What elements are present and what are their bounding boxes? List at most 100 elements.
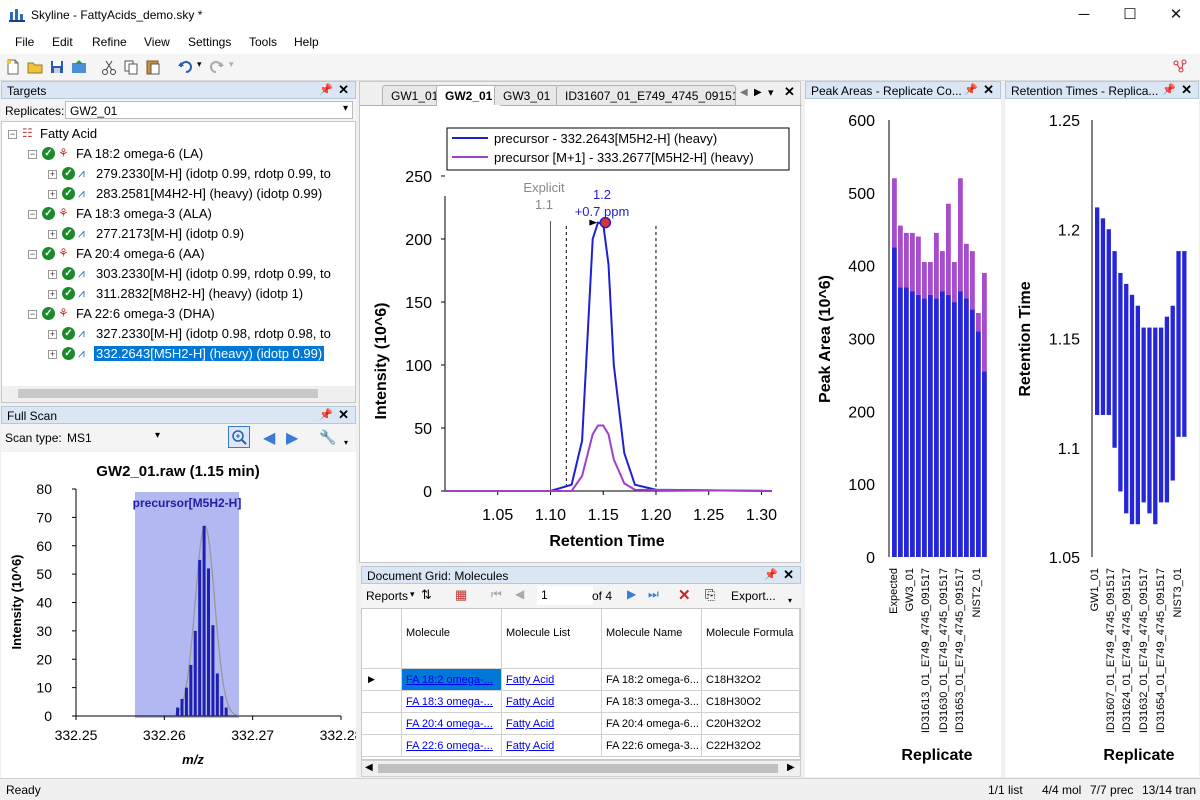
reports-button[interactable]: Reports [366,589,408,603]
tab-list-icon[interactable]: ▾ [768,86,774,99]
row-header[interactable] [362,735,402,757]
replicates-select[interactable]: GW2_01 ▾ [65,101,353,119]
undo-icon[interactable] [176,58,194,76]
copy-icon[interactable] [122,58,140,76]
publish-icon[interactable] [70,58,88,76]
scan-type-select[interactable]: MS1 ▾ [64,429,162,447]
previous-page-icon[interactable]: ◀ [515,587,524,601]
close-pane-icon[interactable]: ✕ [338,82,349,98]
close-button[interactable]: ✕ [1153,0,1199,31]
paste-icon[interactable] [144,58,162,76]
cell-link[interactable]: FA 18:3 omega-... [406,696,493,708]
column-header[interactable]: Molecule Formula [702,609,800,669]
last-page-icon[interactable]: ⏭ [648,587,659,602]
tree-row[interactable]: + ✓ ⩘ 279.2330[M-H] (idotp 0.99, rdotp 0.99… [2,164,355,184]
pin-icon[interactable]: 📌 [764,568,778,581]
table-cell[interactable]: Fatty Acid [502,669,602,691]
menu-view[interactable]: View [144,35,170,49]
docgrid-hscrollbar[interactable]: ◀ ▶ [361,760,801,777]
tree-hscrollbar[interactable] [2,386,355,402]
cut-icon[interactable] [100,58,118,76]
cell-link[interactable]: FA 18:2 omega-... [406,674,493,686]
expand-icon[interactable]: − [8,130,17,139]
table-cell[interactable]: Fatty Acid [502,691,602,713]
scroll-left-icon[interactable]: ◀ [365,762,373,773]
menu-edit[interactable]: Edit [52,35,73,49]
expand-icon[interactable]: + [48,190,57,199]
export-icon[interactable]: ⎘ [705,587,715,603]
previous-scan-icon[interactable]: ◀ [263,428,275,448]
overflow-icon[interactable]: ▾ [344,438,348,447]
cell-link[interactable]: Fatty Acid [506,696,554,708]
pin-icon[interactable]: 📌 [319,408,333,421]
tree-row[interactable]: + ✓ ⩘ 311.2832[M8H2-H] (heavy) (idotp 1) [2,284,355,304]
expand-icon[interactable]: + [48,270,57,279]
redo-dropdown-icon[interactable]: ▾ [229,59,234,70]
fullscan-chart[interactable]: GW2_01.raw (1.15 min) precursor[M5H2-H] … [1,452,363,778]
expand-icon[interactable]: + [48,230,57,239]
pin-icon[interactable]: 📌 [964,83,978,96]
save-icon[interactable] [48,58,66,76]
minimize-button[interactable]: ─ [1061,0,1107,31]
expand-icon[interactable]: − [28,310,37,319]
export-button[interactable]: Export... [731,589,776,603]
overflow-icon[interactable]: ▾ [788,596,792,605]
table-cell[interactable]: FA 18:2 omega-... [402,669,502,691]
new-file-icon[interactable] [4,58,22,76]
cell-link[interactable]: Fatty Acid [506,674,554,686]
next-page-icon[interactable]: ▶ [627,587,636,601]
menu-settings[interactable]: Settings [188,35,231,49]
tab-gw2[interactable]: GW2_01 [436,85,502,106]
scroll-right-icon[interactable]: ▶ [787,762,795,773]
expand-icon[interactable]: + [48,350,57,359]
tree-row[interactable]: + ✓ ⩘ 277.2173[M-H] (idotp 0.9) [2,224,355,244]
chromatogram-chart[interactable]: precursor - 332.2643[M5H2-H] (heavy) pre… [360,106,800,562]
filter-icon[interactable]: ▦ [455,587,467,603]
column-header[interactable]: Molecule List [502,609,602,669]
column-header[interactable]: Molecule Name [602,609,702,669]
tab-scroll-left-icon[interactable]: ◀ [740,87,748,98]
menu-file[interactable]: File [15,35,34,49]
tree-row[interactable]: − ✓ ⚘ FA 18:3 omega-3 (ALA) [2,204,355,224]
tab-scroll-right-icon[interactable]: ▶ [754,87,762,98]
tree-row[interactable]: − ☷ Fatty Acid [2,124,355,144]
cell-link[interactable]: Fatty Acid [506,718,554,730]
tree-row[interactable]: + ✓ ⩘ 327.2330[M-H] (idotp 0.98, rdotp 0.98… [2,324,355,344]
columns-icon[interactable]: ⇅ [421,587,432,603]
delete-icon[interactable]: ✕ [678,586,691,604]
redo-icon[interactable] [208,58,226,76]
expand-icon[interactable]: − [28,150,37,159]
tree-row[interactable]: + ✓ ⩘ 303.2330[M-H] (idotp 0.99, rdotp 0.99… [2,264,355,284]
cell-link[interactable]: FA 22:6 omega-... [406,740,493,752]
table-cell[interactable]: Fatty Acid [502,735,602,757]
chevron-down-icon[interactable]: ▾ [343,103,348,114]
scroll-thumb[interactable] [18,389,318,398]
expand-icon[interactable]: + [48,290,57,299]
tree-row[interactable]: + ✓ ⩘ 332.2643[M5H2-H] (heavy) (idotp 0.99) [2,344,355,364]
menu-tools[interactable]: Tools [249,35,277,49]
expand-icon[interactable]: − [28,210,37,219]
zoom-button[interactable] [228,426,250,448]
chevron-down-icon[interactable]: ▾ [155,430,160,441]
row-header[interactable] [362,691,402,713]
tab-id31607[interactable]: ID31607_01_E749_4745_091517 [556,85,736,105]
cell-link[interactable]: Fatty Acid [506,740,554,752]
wrench-icon[interactable]: 🔧 [319,429,336,446]
undo-dropdown-icon[interactable]: ▾ [197,59,202,70]
expand-icon[interactable]: + [48,170,57,179]
expand-icon[interactable]: + [48,330,57,339]
tree-row[interactable]: + ✓ ⩘ 283.2581[M4H2-H] (heavy) (idotp 0.99) [2,184,355,204]
molecule-mode-icon[interactable] [1172,58,1190,76]
menu-help[interactable]: Help [294,35,319,49]
table-cell[interactable]: FA 22:6 omega-... [402,735,502,757]
page-input[interactable]: 1 [537,586,593,605]
menu-refine[interactable]: Refine [92,35,127,49]
open-folder-icon[interactable] [26,58,44,76]
row-header[interactable]: ▶ [362,669,402,691]
next-scan-icon[interactable]: ▶ [286,428,298,448]
chevron-down-icon[interactable]: ▾ [410,589,415,600]
close-pane-icon[interactable]: ✕ [1181,82,1192,98]
table-cell[interactable]: FA 20:4 omega-... [402,713,502,735]
row-header[interactable] [362,713,402,735]
table-cell[interactable]: Fatty Acid [502,713,602,735]
